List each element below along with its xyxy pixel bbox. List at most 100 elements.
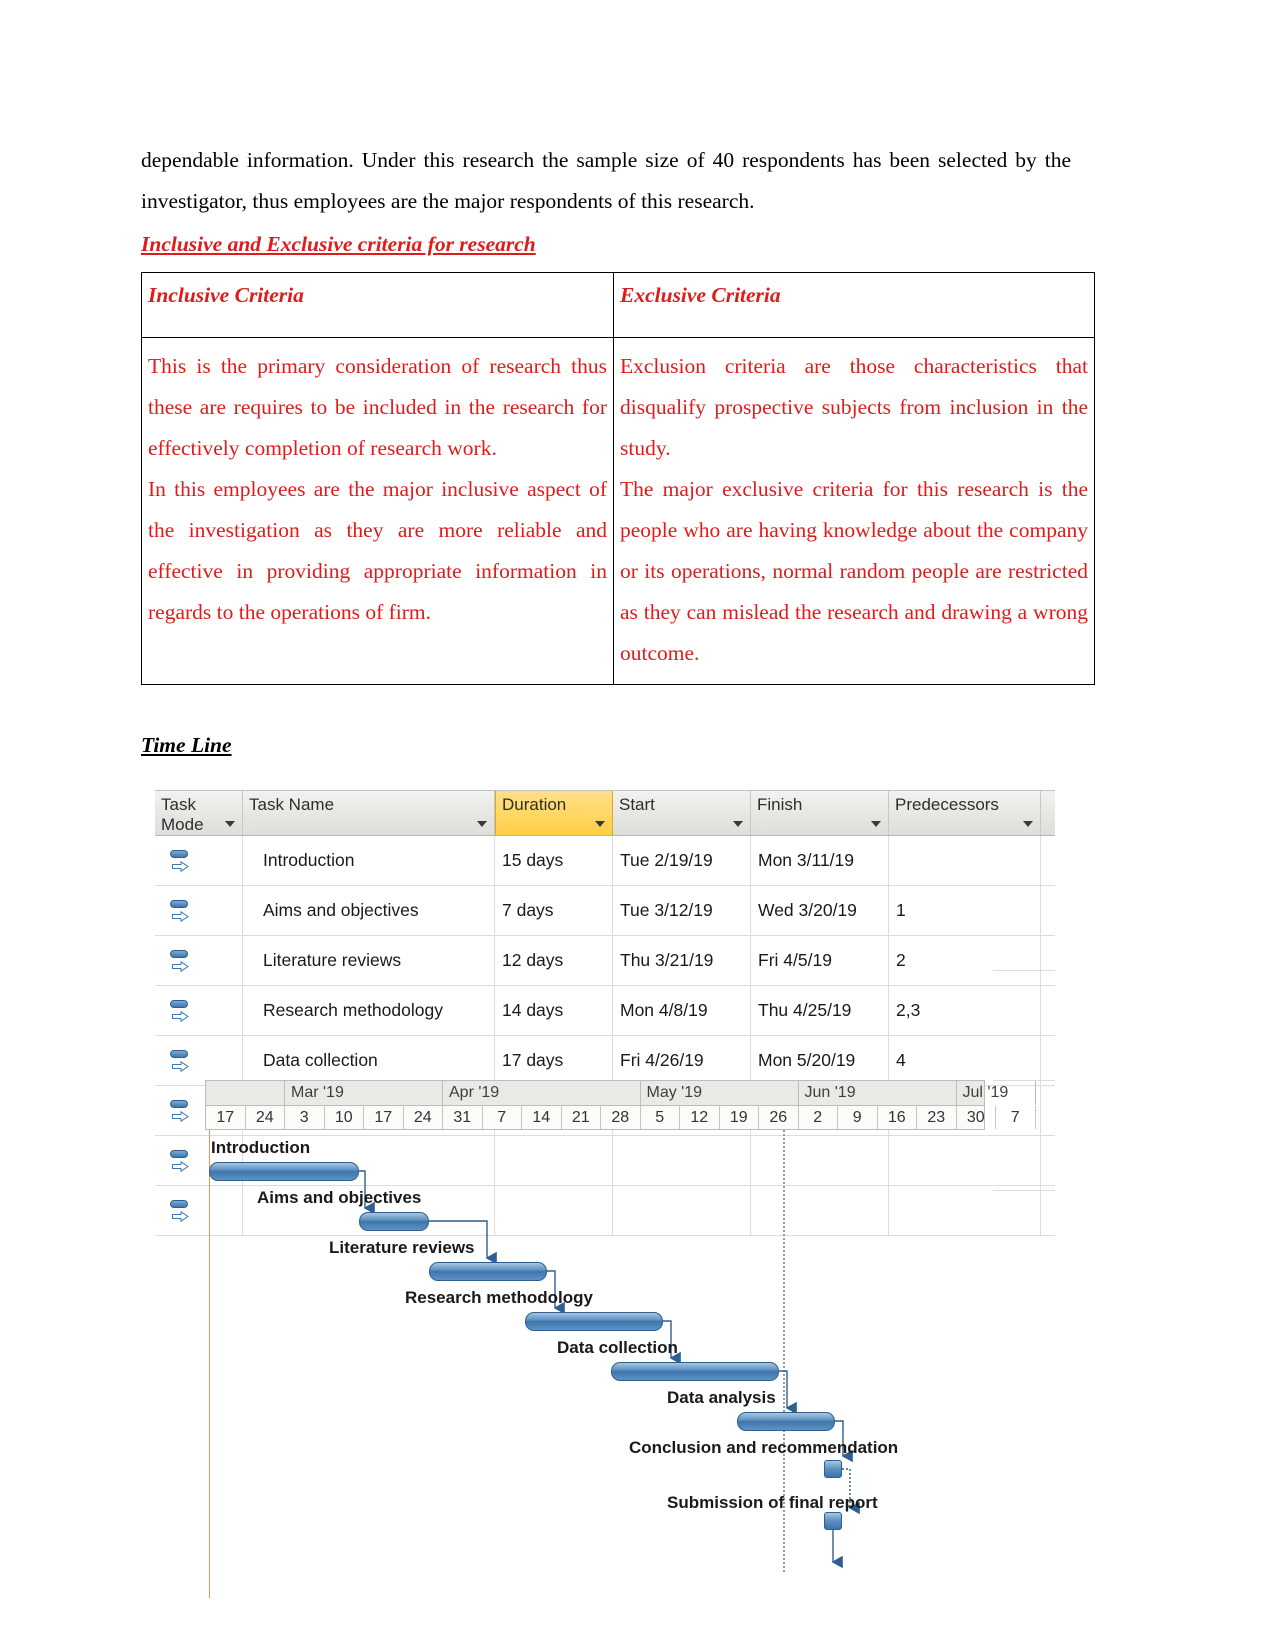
gantt-week-cell: 28 (601, 1106, 641, 1129)
column-header-task-mode-label: Task Mode (161, 795, 204, 834)
gantt-bar[interactable] (359, 1212, 429, 1231)
table-row[interactable]: Literature reviews 12 days Thu 3/21/19 Fri … (155, 936, 1055, 986)
intro-paragraph: dependable information. Under this resea… (141, 148, 1071, 213)
exclusive-paragraph-2: The major exclusive criteria for this re… (620, 477, 1088, 665)
gantt-week-cell: 10 (325, 1106, 364, 1129)
cell-task-mode[interactable] (155, 836, 243, 885)
gantt-bar[interactable] (429, 1262, 547, 1281)
criteria-table-header-row: Inclusive Criteria Exclusive Criteria (141, 272, 1095, 338)
filter-arrow-icon[interactable] (733, 821, 743, 827)
gantt-milestone[interactable] (824, 1460, 842, 1478)
column-header-task-mode[interactable]: Task Mode (155, 791, 243, 835)
filter-arrow-icon[interactable] (595, 821, 605, 827)
gantt-bar[interactable] (209, 1162, 359, 1181)
auto-scheduled-icon[interactable] (169, 1098, 195, 1124)
inclusive-paragraph-2: In this employees are the major inclusiv… (148, 477, 607, 624)
auto-scheduled-icon[interactable] (169, 848, 195, 874)
gantt-week-cell: 12 (680, 1106, 720, 1129)
column-header-start-label: Start (619, 795, 655, 814)
cell-finish[interactable]: Wed 3/20/19 (751, 886, 889, 935)
filter-arrow-icon[interactable] (871, 821, 881, 827)
cell-duration[interactable]: 14 days (495, 986, 613, 1035)
auto-scheduled-icon[interactable] (169, 1048, 195, 1074)
cell-task-name[interactable]: Research methodology (243, 986, 495, 1035)
cell-task-mode[interactable] (155, 986, 243, 1035)
gantt-week-cell: 24 (246, 1106, 285, 1129)
filter-arrow-icon[interactable] (225, 821, 235, 827)
cell-task-name[interactable]: Data collection (243, 1036, 495, 1085)
gantt-month-cell: Jun '19 (799, 1081, 957, 1105)
gantt-week-cell: 7 (996, 1106, 1036, 1129)
criteria-header-inclusive: Inclusive Criteria (141, 272, 614, 338)
document-content: dependable information. Under this resea… (141, 140, 1095, 758)
cell-task-mode[interactable] (155, 936, 243, 985)
gantt-week-cell: 19 (720, 1106, 759, 1129)
gantt-week-row: 17 24 3 10 17 24 31 7 14 21 28 5 12 19 26 2 9 16 23 30 7 (205, 1105, 1036, 1130)
cell-task-mode[interactable] (155, 886, 243, 935)
gantt-month-cell: May '19 (641, 1081, 799, 1105)
gantt-week-cell: 16 (878, 1106, 917, 1129)
cell-task-mode[interactable] (155, 1036, 243, 1085)
column-header-task-name[interactable]: Task Name (243, 791, 495, 835)
gantt-bar[interactable] (737, 1412, 835, 1431)
project-table-header: Task Mode Task Name Duration Start Finis… (155, 790, 1055, 836)
gantt-bar-label: Introduction (211, 1138, 311, 1157)
gantt-chart-area: Introduction Aims and objectives Literatur… (205, 1122, 1035, 1630)
gantt-week-cell: 17 (364, 1106, 404, 1129)
column-header-predecessors-label: Predecessors (895, 795, 999, 814)
gantt-bar[interactable] (525, 1312, 663, 1331)
table-row[interactable]: Aims and objectives 7 days Tue 3/12/19 Wed … (155, 886, 1055, 936)
gantt-timescale: Mar '19 Apr '19 May '19 Jun '19 Jul '19 17 24… (205, 1080, 1036, 1130)
cell-task-name[interactable]: Introduction (243, 836, 495, 885)
gantt-week-cell: 3 (285, 1106, 325, 1129)
cell-start[interactable]: Mon 4/8/19 (613, 986, 751, 1035)
cell-duration[interactable]: 7 days (495, 886, 613, 935)
gantt-bar-label: Data collection (557, 1338, 678, 1357)
column-header-duration-label: Duration (502, 795, 567, 814)
cell-task-name[interactable]: Literature reviews (243, 936, 495, 985)
inclusive-paragraph-1: This is the primary consideration of res… (148, 354, 607, 460)
timeline-heading-wrap: Time Line (141, 685, 1071, 758)
gantt-screenshot: Task Mode Task Name Duration Start Finis… (155, 790, 1055, 1650)
criteria-header-exclusive-label: Exclusive Criteria (620, 283, 781, 307)
cell-duration[interactable]: 15 days (495, 836, 613, 885)
exclusive-paragraph-1: Exclusion criteria are those characteris… (620, 354, 1088, 460)
auto-scheduled-icon[interactable] (169, 948, 195, 974)
auto-scheduled-icon[interactable] (169, 1148, 195, 1174)
cell-start[interactable]: Thu 3/21/19 (613, 936, 751, 985)
document-page: dependable information. Under this resea… (0, 0, 1275, 1651)
table-row[interactable]: Introduction 15 days Tue 2/19/19 Mon 3/11/1… (155, 836, 1055, 886)
table-row[interactable]: Research methodology 14 days Mon 4/8/19 Thu… (155, 986, 1055, 1036)
table-row[interactable]: Data collection 17 days Fri 4/26/19 Mon 5/2… (155, 1036, 1055, 1086)
gantt-bar-label: Conclusion and recommendation (629, 1438, 899, 1457)
cell-start[interactable]: Tue 3/12/19 (613, 886, 751, 935)
auto-scheduled-icon[interactable] (169, 1198, 195, 1224)
cell-finish[interactable]: Thu 4/25/19 (751, 986, 889, 1035)
gantt-milestone[interactable] (824, 1512, 842, 1530)
cell-start[interactable]: Tue 2/19/19 (613, 836, 751, 885)
gantt-week-cell: 23 (917, 1106, 957, 1129)
column-header-duration[interactable]: Duration (495, 791, 613, 835)
cell-duration[interactable]: 17 days (495, 1036, 613, 1085)
column-header-finish[interactable]: Finish (751, 791, 889, 835)
cell-duration[interactable]: 12 days (495, 936, 613, 985)
gantt-week-cell: 26 (759, 1106, 799, 1129)
cell-finish[interactable]: Mon 5/20/19 (751, 1036, 889, 1085)
cell-start[interactable]: Fri 4/26/19 (613, 1036, 751, 1085)
gantt-bar-label: Submission of final report (667, 1493, 878, 1512)
gantt-bar[interactable] (611, 1362, 779, 1381)
gantt-week-cell: 21 (562, 1106, 601, 1129)
column-header-start[interactable]: Start (613, 791, 751, 835)
gantt-bar-label: Research methodology (405, 1288, 593, 1307)
cell-finish[interactable]: Mon 3/11/19 (751, 836, 889, 885)
gantt-week-cell: 17 (206, 1106, 246, 1129)
filter-arrow-icon[interactable] (477, 821, 487, 827)
auto-scheduled-icon[interactable] (169, 898, 195, 924)
gantt-week-cell: 31 (443, 1106, 483, 1129)
cell-finish[interactable]: Fri 4/5/19 (751, 936, 889, 985)
gantt-week-cell: 14 (522, 1106, 562, 1129)
gantt-bar-label: Literature reviews (329, 1238, 475, 1257)
cell-task-name[interactable]: Aims and objectives (243, 886, 495, 935)
auto-scheduled-icon[interactable] (169, 998, 195, 1024)
gantt-week-cell: 7 (483, 1106, 522, 1129)
